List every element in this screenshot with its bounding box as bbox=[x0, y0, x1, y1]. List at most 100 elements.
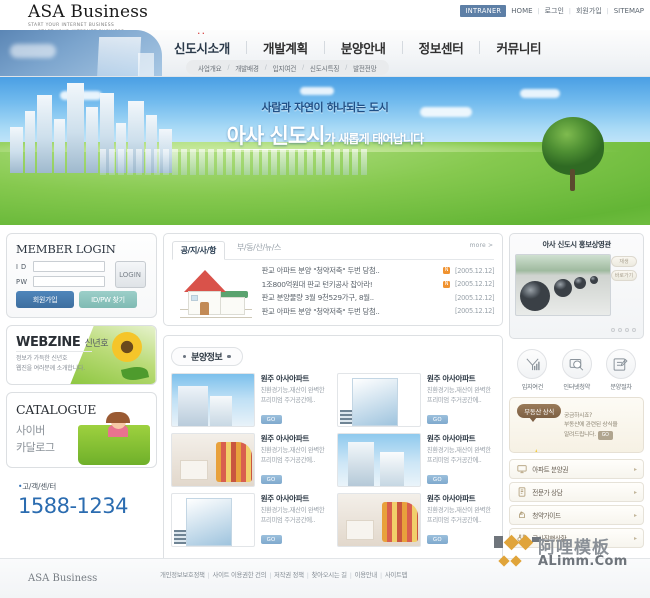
footer-link-sitemap[interactable]: 사이트맵 bbox=[385, 571, 408, 579]
catalogue-banner[interactable]: CATALOGUE 사이버 카달로그 bbox=[6, 392, 157, 468]
property-title: 원주 아사아파트 bbox=[426, 373, 476, 383]
hero-banner: 사람과 자연이 하나되는 도시 아사 신도시가 새롭게 태어납니다 bbox=[0, 77, 650, 225]
id-label: I D bbox=[16, 262, 27, 271]
subnav-item-1[interactable]: 개발배경 bbox=[235, 63, 259, 73]
footer-link-guide[interactable]: 이용안내 bbox=[355, 571, 378, 579]
property-go-button[interactable]: GO bbox=[260, 535, 282, 545]
subnav-item-4[interactable]: 발전전망 bbox=[353, 63, 377, 73]
menu-item-label: 개발계획 bbox=[263, 41, 308, 56]
webzine-banner[interactable]: WEBZINE 신년호 정보가 가득한 신년호 웹진을 여러분께 소개합니다. bbox=[6, 325, 157, 385]
shortcut-label: 입지여건 bbox=[521, 384, 544, 391]
cloud-decor bbox=[10, 44, 56, 58]
footer-link-privacy[interactable]: 개인정보보호정책 bbox=[160, 571, 205, 579]
subnav-item-3[interactable]: 신도시특징 bbox=[310, 63, 340, 73]
menu-item-label: 커뮤니티 bbox=[496, 41, 542, 56]
notice-title[interactable]: 판교 분양물량 3월 9천529가구, 8월.. bbox=[262, 292, 450, 303]
login-button[interactable]: LOGIN bbox=[114, 261, 146, 288]
cloud-icon bbox=[520, 89, 560, 98]
menu-item-0[interactable]: ·· 신도시소개 bbox=[170, 30, 234, 57]
menu-divider bbox=[246, 41, 248, 54]
property-title: 원주 아사아파트 bbox=[426, 433, 476, 443]
notice-title[interactable]: 판교 아파트 분양 "청약저축" 두번 당첨.. bbox=[262, 306, 450, 317]
stone-ball-decor bbox=[554, 279, 573, 297]
quicklink-subscription-guide[interactable]: 청약가이드 ▸ bbox=[509, 505, 644, 525]
menu-dots-icon: ·· bbox=[197, 30, 207, 38]
shortcut-location[interactable]: 입지여건 bbox=[511, 349, 553, 391]
id-input[interactable] bbox=[33, 261, 105, 272]
property-card[interactable]: 원주 아사아파트 친환경기능,재산이 완벽한 프리미엄 주거공간에.. GO bbox=[170, 372, 329, 427]
footer-link-directions[interactable]: 찾아오시는 길 bbox=[312, 571, 348, 579]
pw-label: PW bbox=[16, 277, 28, 286]
separator: | bbox=[306, 571, 309, 579]
sale-info-section: 분양정보 원주 아사아파트 친환경기능,재산이 완벽한 프리미엄 주거공간에..… bbox=[162, 335, 504, 579]
property-card[interactable]: 원주 아사아파트 친환경기능,재산이 완벽한 프리미엄 주거공간에.. GO bbox=[336, 372, 495, 427]
sunflower-icon bbox=[108, 329, 145, 365]
property-desc: 친환경기능,재산이 완벽한 프리미엄 주거공간에.. bbox=[427, 446, 495, 466]
main-menu: ·· 신도시소개 개발계획 분양안내 정보센터 커뮤니티 bbox=[170, 30, 644, 57]
shortcut-sale-procedure[interactable]: 분양절차 bbox=[600, 349, 642, 391]
document-icon bbox=[516, 487, 527, 498]
property-card[interactable]: 원주 아사아파트 친환경기능,재산이 완벽한 프리미엄 주거공간에.. GO bbox=[170, 492, 329, 547]
quicklink-expert-consult[interactable]: 전문가 상담 ▸ bbox=[509, 482, 644, 502]
tab-realestate-news[interactable]: 부/동/산/뉴/스 bbox=[229, 239, 289, 256]
promo-video-screen[interactable] bbox=[515, 254, 612, 316]
property-desc: 친환경기능,재산이 완벽한 프리미엄 주거공간에.. bbox=[261, 446, 329, 466]
pagination-dot[interactable] bbox=[618, 328, 622, 332]
utilnav-link-sitemap[interactable]: SITEMAP bbox=[614, 7, 644, 15]
sale-info-title: 분양정보 bbox=[191, 352, 223, 363]
video-play-button[interactable]: 재생 bbox=[611, 256, 637, 267]
subnav-item-0[interactable]: 사업개요 bbox=[198, 63, 222, 73]
customer-center-label: •고/객/센/터 bbox=[18, 481, 157, 492]
notice-row: 판교 분양물량 3월 9천529가구, 8월.. [2005.12.12] bbox=[262, 291, 495, 305]
footer-link-copyright[interactable]: 저작권 정책 bbox=[274, 571, 304, 579]
menu-item-1[interactable]: 개발계획 bbox=[259, 38, 312, 57]
join-button[interactable]: 회원가입 bbox=[16, 291, 74, 308]
find-id-pw-button[interactable]: ID/PW 찾기 bbox=[79, 291, 137, 308]
shortcut-internet-application[interactable]: 인터넷청약 bbox=[556, 349, 598, 391]
subnav-item-2[interactable]: 입지여건 bbox=[273, 63, 297, 73]
intranet-button[interactable]: INTRANER bbox=[460, 5, 507, 17]
property-go-button[interactable]: GO bbox=[426, 415, 448, 425]
menu-item-2[interactable]: 분양안내 bbox=[337, 38, 390, 57]
window-decor bbox=[190, 295, 198, 301]
webzine-title-sub: 신년호 bbox=[84, 339, 109, 349]
separator: / bbox=[227, 64, 230, 71]
pagination-dot[interactable] bbox=[625, 328, 629, 332]
property-desc-line-2: 프리미엄 주거공간에.. bbox=[260, 457, 316, 464]
tip-go-button[interactable]: GO bbox=[597, 430, 613, 441]
password-input[interactable] bbox=[33, 276, 105, 287]
video-goto-button[interactable]: 바로가기 bbox=[611, 270, 637, 281]
utilnav-link-join[interactable]: 회원가입 bbox=[576, 6, 602, 16]
property-thumbnail bbox=[336, 432, 421, 487]
property-desc-line-2: 프리미엄 주거공간에.. bbox=[426, 397, 482, 404]
promo-video-box: 아사 신도시 홍보상영관 재생 바로가기 bbox=[509, 233, 644, 339]
quicklink-apartment-sale[interactable]: 아파트 분양권 ▸ bbox=[509, 459, 644, 479]
notice-title[interactable]: 판교 아파트 분양 "청약저축" 두번 당첨.. bbox=[262, 265, 440, 276]
property-card[interactable]: 원주 아사아파트 친환경기능,재산이 완벽한 프리미엄 주거공간에.. GO bbox=[336, 432, 495, 487]
board-more-link[interactable]: more > bbox=[470, 242, 494, 249]
property-title: 원주 아사아파트 bbox=[260, 433, 310, 443]
notice-title[interactable]: 1조800억원대 판교 턴키공사 잡아라! bbox=[262, 279, 440, 290]
property-go-button[interactable]: GO bbox=[426, 535, 448, 545]
stone-ball-decor bbox=[590, 276, 599, 284]
property-card[interactable]: 원주 아사아파트 친환경기능,재산이 완벽한 프리미엄 주거공간에.. GO bbox=[336, 492, 495, 547]
notice-row: 판교 아파트 분양 "청약저축" 두번 당첨.. [2005.12.12] bbox=[262, 305, 495, 319]
pagination-dot[interactable] bbox=[632, 328, 636, 332]
tip-text: 궁금하시죠? 부동산에 관련된 상식을 알려드립니다. GO bbox=[564, 412, 638, 441]
catalogue-sub-line-2: 카달로그 bbox=[16, 440, 55, 454]
notice-date: [2005.12.12] bbox=[454, 266, 495, 275]
property-desc-line-1: 친환경기능,재산이 완벽한 bbox=[426, 387, 491, 395]
menu-item-3[interactable]: 정보센터 bbox=[415, 38, 468, 57]
utilnav-link-home[interactable]: HOME bbox=[511, 7, 532, 15]
property-go-button[interactable]: GO bbox=[260, 475, 282, 485]
real-estate-tip-box[interactable]: 부동산 상식 궁금하시죠? 부동산에 관련된 상식을 알려드립니다. GO bbox=[509, 397, 644, 453]
property-go-button[interactable]: GO bbox=[426, 475, 448, 485]
menu-item-4[interactable]: 커뮤니티 bbox=[492, 38, 545, 57]
property-go-button[interactable]: GO bbox=[260, 415, 282, 425]
monitor-icon bbox=[516, 464, 527, 475]
utilnav-link-login[interactable]: 로그인 bbox=[545, 6, 564, 16]
pagination-dot[interactable] bbox=[611, 328, 615, 332]
footer-link-suggestion[interactable]: 사이트 이용권한 건의 bbox=[213, 571, 267, 579]
tab-notice[interactable]: 공/지/사/항 bbox=[171, 241, 225, 260]
property-card[interactable]: 원주 아사아파트 친환경기능,재산이 완벽한 프리미엄 주거공간에.. GO bbox=[170, 432, 329, 487]
